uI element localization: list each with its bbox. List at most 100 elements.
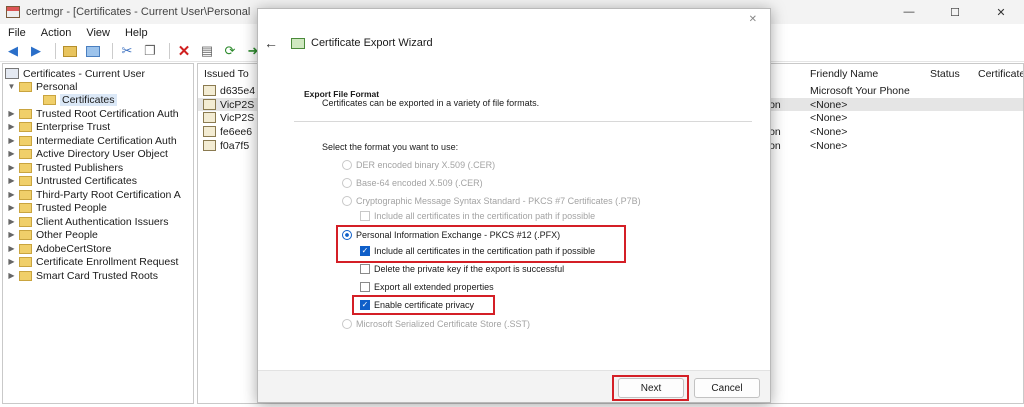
tree-item[interactable]: ▶ AdobeCertStore <box>7 242 111 255</box>
option-der-cer[interactable]: DER encoded binary X.509 (.CER) <box>342 160 495 170</box>
row-friendly-name[interactable]: <None> <box>810 112 847 124</box>
row-friendly-name[interactable]: Microsoft Your Phone <box>810 85 910 97</box>
checkbox[interactable] <box>360 211 370 221</box>
tree-item[interactable]: ▶ Active Directory User Object <box>7 147 168 160</box>
option-pfx-include-all[interactable]: ✓ Include all certificates in the certif… <box>360 246 595 256</box>
back-arrow-icon[interactable]: ← <box>264 35 278 51</box>
close-window-button[interactable]: ✕ <box>978 0 1024 24</box>
toolbar-separator <box>169 43 170 59</box>
row-friendly-name[interactable]: <None> <box>810 126 847 138</box>
tree-item-label: AdobeCertStore <box>36 242 112 255</box>
refresh-icon[interactable]: ⟳ <box>221 42 239 60</box>
chevron-right-icon[interactable]: ▶ <box>7 230 16 239</box>
option-pfx-delete-private-key[interactable]: Delete the private key if the export is … <box>360 264 564 274</box>
tree-item[interactable]: ▶ Trusted People <box>7 201 106 214</box>
tree-item[interactable]: ▶ Enterprise Trust <box>7 120 110 133</box>
radio-button[interactable] <box>342 178 352 188</box>
radio-button[interactable] <box>342 319 352 329</box>
tree-item[interactable]: ▶ Intermediate Certification Auth <box>7 134 176 147</box>
row-issued-to[interactable]: f0a7f5 <box>220 140 249 152</box>
tree-item[interactable]: ▶ Trusted Publishers <box>7 161 123 174</box>
folder-icon <box>19 148 32 159</box>
chevron-right-icon[interactable]: ▶ <box>7 136 16 145</box>
folder-icon <box>19 162 32 173</box>
tree-item[interactable]: ▶ Smart Card Trusted Roots <box>7 269 158 282</box>
forward-arrow-icon[interactable]: ▶ <box>27 42 45 60</box>
radio-button[interactable] <box>342 196 352 206</box>
tree-root[interactable]: Certificates - Current User <box>5 67 145 80</box>
tree-item[interactable]: ▶ Trusted Root Certification Auth <box>7 107 178 120</box>
column-header-issued-to[interactable]: Issued To <box>204 68 249 80</box>
cut-icon[interactable]: ✂ <box>118 42 136 60</box>
row-friendly-name[interactable]: <None> <box>810 99 847 111</box>
menu-help[interactable]: Help <box>125 27 148 39</box>
tree-item[interactable]: ▶ Third-Party Root Certification A <box>7 188 181 201</box>
chevron-right-icon[interactable]: ▶ <box>7 271 16 280</box>
tree-item[interactable]: ▶ Certificate Enrollment Request <box>7 255 178 268</box>
back-arrow-icon[interactable]: ◀ <box>4 42 22 60</box>
menu-view[interactable]: View <box>86 27 110 39</box>
folder-icon <box>19 121 32 132</box>
chevron-right-icon[interactable]: ▶ <box>7 163 16 172</box>
option-label: Include all certificates in the certific… <box>374 246 596 256</box>
checkbox-checked[interactable]: ✓ <box>360 300 370 310</box>
row-friendly-name[interactable]: <None> <box>810 140 847 152</box>
column-header-status[interactable]: Status <box>930 68 960 80</box>
folder-icon <box>19 202 32 213</box>
tree-item[interactable]: ▶ Other People <box>7 228 97 241</box>
column-header-template[interactable]: Certificate <box>978 68 1023 80</box>
maximize-button[interactable]: ☐ <box>932 0 978 24</box>
checkbox[interactable] <box>360 264 370 274</box>
chevron-right-icon[interactable]: ▶ <box>7 176 16 185</box>
tree-root-label: Certificates - Current User <box>23 67 145 80</box>
up-folder-icon[interactable] <box>61 42 79 60</box>
menu-file[interactable]: File <box>8 27 26 39</box>
close-icon[interactable]: ✕ <box>749 14 757 25</box>
radio-button[interactable] <box>342 160 352 170</box>
tree-item-label: Client Authentication Issuers <box>36 215 169 228</box>
toolbar-separator <box>112 43 113 59</box>
tree-item-label: Trusted Publishers <box>36 161 124 174</box>
radio-button[interactable] <box>342 230 352 240</box>
option-pfx-export-extended-properties[interactable]: Export all extended properties <box>360 282 494 292</box>
cancel-button[interactable]: Cancel <box>694 378 760 398</box>
properties-icon[interactable]: ▤ <box>198 42 216 60</box>
row-issued-to[interactable]: VicP2S <box>220 112 254 124</box>
chevron-right-icon[interactable]: ▶ <box>7 217 16 226</box>
tree-item-personal[interactable]: ▼ Personal <box>7 80 78 93</box>
option-pkcs7-include-all[interactable]: Include all certificates in the certific… <box>360 211 595 221</box>
tree-item-label: Third-Party Root Certification A <box>36 188 181 201</box>
chevron-right-icon[interactable]: ▶ <box>7 190 16 199</box>
dialog-title: Certificate Export Wizard <box>311 37 433 49</box>
chevron-right-icon[interactable]: ▶ <box>7 149 16 158</box>
tree-item[interactable]: ▶ Client Authentication Issuers <box>7 215 169 228</box>
chevron-right-icon[interactable]: ▶ <box>7 244 16 253</box>
option-pkcs7-p7b[interactable]: Cryptographic Message Syntax Standard - … <box>342 196 641 206</box>
checkbox[interactable] <box>360 282 370 292</box>
copy-icon[interactable]: ❐ <box>141 42 159 60</box>
option-pfx[interactable]: Personal Information Exchange - PKCS #12… <box>342 230 560 240</box>
menu-action[interactable]: Action <box>41 27 72 39</box>
tree-item[interactable]: ▶ Untrusted Certificates <box>7 174 137 187</box>
tree-item-label: Active Directory User Object <box>36 147 168 160</box>
option-base64-cer[interactable]: Base-64 encoded X.509 (.CER) <box>342 178 483 188</box>
folder-icon <box>19 175 32 186</box>
chevron-right-icon[interactable]: ▶ <box>7 257 16 266</box>
row-issued-to[interactable]: VicP2S <box>220 99 254 111</box>
certificates-root-icon <box>5 68 19 79</box>
row-issued-to[interactable]: fe6ee6 <box>220 126 252 138</box>
delete-icon[interactable]: ✕ <box>175 42 193 60</box>
tree-item-personal-certificates[interactable]: Certificates <box>43 93 117 106</box>
chevron-right-icon[interactable]: ▶ <box>7 122 16 131</box>
checkbox-checked[interactable]: ✓ <box>360 246 370 256</box>
chevron-right-icon[interactable]: ▶ <box>7 203 16 212</box>
chevron-down-icon[interactable]: ▼ <box>7 82 16 91</box>
column-header-friendly-name[interactable]: Friendly Name <box>810 68 878 80</box>
next-button[interactable]: Next <box>618 378 684 398</box>
show-tree-icon[interactable] <box>84 42 102 60</box>
minimize-button[interactable]: — <box>886 0 932 24</box>
row-issued-to[interactable]: d635e4 <box>220 85 255 97</box>
option-sst[interactable]: Microsoft Serialized Certificate Store (… <box>342 319 530 329</box>
chevron-right-icon[interactable]: ▶ <box>7 109 16 118</box>
option-pfx-enable-certificate-privacy[interactable]: ✓ Enable certificate privacy <box>360 300 474 310</box>
